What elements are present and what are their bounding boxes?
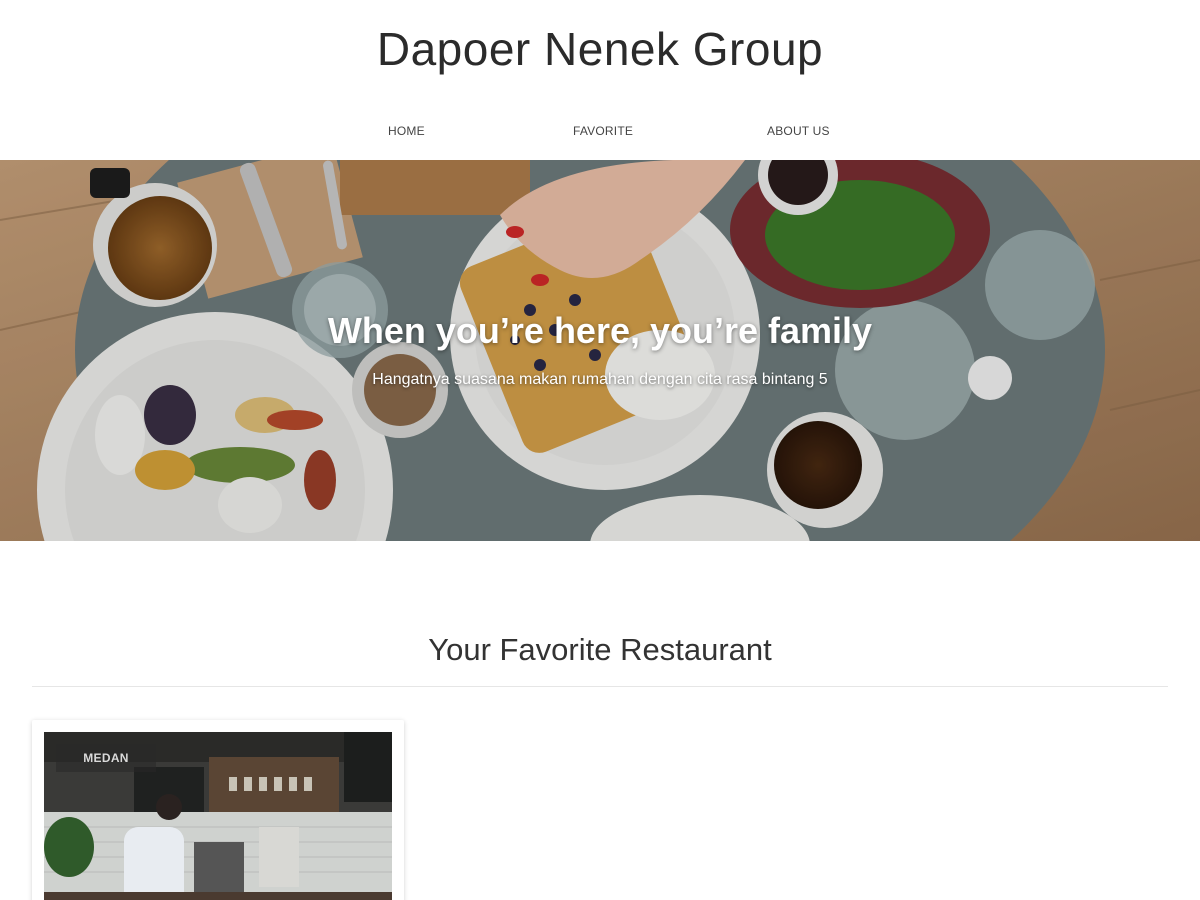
section-divider — [32, 686, 1168, 687]
nav-about-us-link[interactable]: ABOUT US — [767, 124, 830, 138]
city-badge: MEDAN — [56, 744, 156, 772]
section-title: Your Favorite Restaurant — [428, 632, 772, 667]
app-header: Dapoer Nenek Group HOME FAVORITE ABOUT U… — [0, 0, 1200, 160]
restaurant-image: MEDAN — [44, 732, 392, 900]
nav-home-link[interactable]: HOME — [388, 124, 425, 138]
hero-banner: When you’re here, you’re family Hangatny… — [0, 160, 1200, 541]
hero-title: When you’re here, you’re family — [327, 310, 873, 351]
restaurant-card[interactable]: MEDAN — [32, 720, 404, 900]
hero-subtitle: Hangatnya suasana makan rumahan dengan c… — [372, 371, 828, 388]
app-title: Dapoer Nenek Group — [376, 23, 824, 75]
main-nav: HOME FAVORITE ABOUT US — [0, 124, 1200, 144]
nav-favorite-link[interactable]: FAVORITE — [573, 124, 633, 138]
